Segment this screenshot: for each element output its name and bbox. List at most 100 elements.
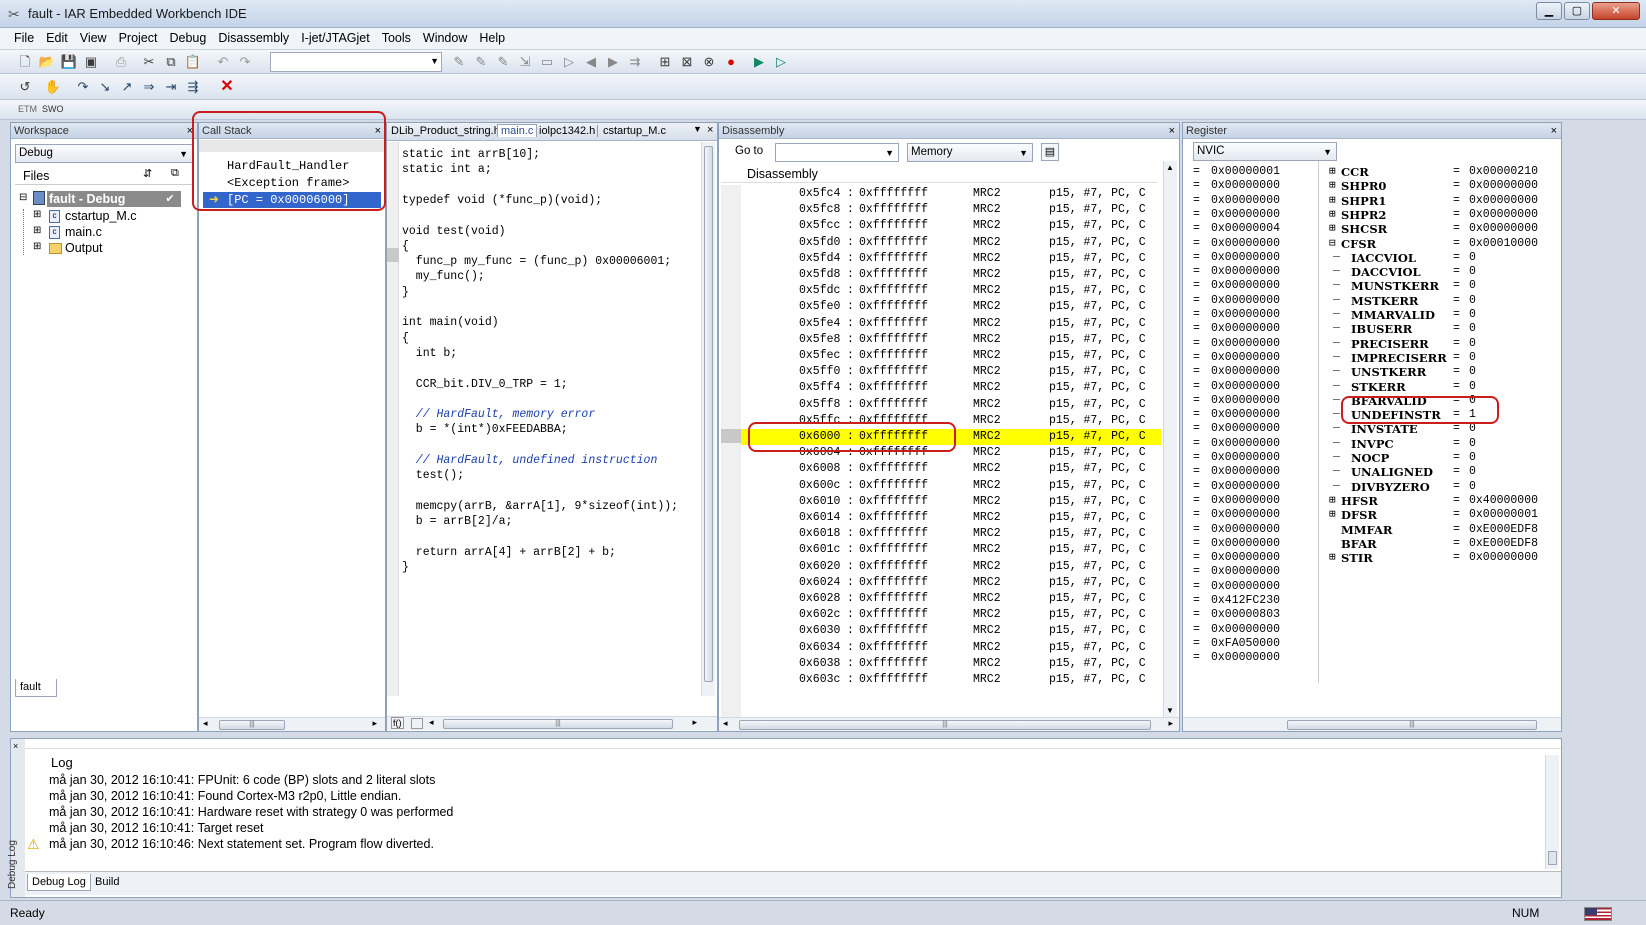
code-line[interactable]: CCR_bit.DIV_0_TRP = 1;: [402, 378, 568, 391]
close-window-button[interactable]: ✕: [1592, 2, 1640, 20]
disassembly-row[interactable]: 0x6020:0xffffffff MRC2 p15, #7, PC, C: [741, 559, 1161, 575]
next-statement-icon[interactable]: ⇒: [140, 78, 158, 96]
menu-project[interactable]: Project: [113, 28, 164, 48]
register-value[interactable]: 0x00000000: [1211, 322, 1280, 335]
redo-icon[interactable]: ↷: [236, 53, 254, 71]
debug-no-download-icon[interactable]: ▷: [772, 53, 790, 71]
expand-icon[interactable]: ⊞: [1329, 550, 1336, 564]
disassembly-gutter[interactable]: [721, 185, 741, 717]
go-icon[interactable]: ⇶: [184, 78, 202, 96]
expand-icon[interactable]: ⊞: [1329, 178, 1336, 192]
reset-icon[interactable]: ↺: [16, 78, 34, 96]
register-name[interactable]: UNSTKERR: [1351, 365, 1426, 379]
disassembly-row[interactable]: 0x5fec:0xffffffff MRC2 p15, #7, PC, C: [741, 348, 1161, 364]
register-value[interactable]: 0x00000000: [1211, 208, 1280, 221]
register-field-value[interactable]: 0: [1469, 294, 1476, 307]
disassembly-row[interactable]: 0x6034:0xffffffff MRC2 p15, #7, PC, C: [741, 640, 1161, 656]
etm-button[interactable]: ETM: [18, 104, 37, 114]
register-field-value[interactable]: 0: [1469, 437, 1476, 450]
disassembly-row[interactable]: 0x6008:0xffffffff MRC2 p15, #7, PC, C: [741, 461, 1161, 477]
cut-icon[interactable]: ✂: [140, 53, 158, 71]
config-select[interactable]: Debug ▼: [15, 144, 193, 163]
register-name[interactable]: STIR: [1341, 551, 1373, 565]
register-field-value[interactable]: 0x00000000: [1469, 194, 1538, 207]
replace-icon[interactable]: ✎: [494, 53, 512, 71]
tree-item[interactable]: ⊞ Output: [17, 241, 193, 257]
register-name[interactable]: MSTKERR: [1351, 294, 1418, 308]
expand-icon[interactable]: ⊞: [33, 241, 41, 252]
disassembly-row[interactable]: 0x5fd0:0xffffffff MRC2 p15, #7, PC, C: [741, 235, 1161, 251]
code-line[interactable]: int main(void): [402, 316, 499, 329]
step-into-icon[interactable]: ↘: [96, 78, 114, 96]
register-name[interactable]: IACCVIOL: [1351, 251, 1416, 265]
register-name[interactable]: CCR: [1341, 165, 1369, 179]
log-line[interactable]: må jan 30, 2012 16:10:46: Next statement…: [49, 837, 434, 851]
register-field-value[interactable]: 0: [1469, 322, 1476, 335]
break-icon[interactable]: ✋: [44, 78, 62, 96]
scroll-thumb[interactable]: |||: [219, 720, 285, 730]
register-name[interactable]: CFSR: [1341, 237, 1376, 251]
scroll-thumb[interactable]: |||: [739, 720, 1151, 730]
callstack-hscroll[interactable]: ◂ ||| ▸: [199, 717, 385, 731]
register-name[interactable]: UNALIGNED: [1351, 465, 1433, 479]
register-value[interactable]: 0x00000000: [1211, 380, 1280, 393]
register-value[interactable]: 0x00000004: [1211, 222, 1280, 235]
menu-file[interactable]: File: [8, 28, 40, 48]
menu-view[interactable]: View: [74, 28, 113, 48]
register-name[interactable]: MMFAR: [1341, 523, 1392, 537]
goto-input[interactable]: ▼: [775, 143, 899, 162]
tab-build[interactable]: Build: [91, 876, 123, 888]
undo-icon[interactable]: ↶: [214, 53, 232, 71]
register-field-value[interactable]: 0: [1469, 365, 1476, 378]
navigate-icon[interactable]: ⇉: [626, 53, 644, 71]
register-value[interactable]: 0x00000000: [1211, 580, 1280, 593]
register-value[interactable]: 0x00000001: [1211, 165, 1280, 178]
scroll-left-icon[interactable]: ◂: [723, 718, 728, 729]
editor-hscroll[interactable]: f() ◂ ||| ▸: [387, 716, 717, 730]
register-name[interactable]: BFAR: [1341, 537, 1377, 551]
register-value[interactable]: 0x00000000: [1211, 565, 1280, 578]
code-line[interactable]: {: [402, 332, 409, 345]
run-to-cursor-icon[interactable]: ⇥: [162, 78, 180, 96]
disassembly-row[interactable]: 0x6030:0xffffffff MRC2 p15, #7, PC, C: [741, 623, 1161, 639]
register-name[interactable]: SHCSR: [1341, 222, 1387, 236]
register-name[interactable]: DFSR: [1341, 508, 1377, 522]
project-root-label[interactable]: fault - Debug: [47, 191, 159, 207]
register-name[interactable]: SHPR2: [1341, 208, 1386, 222]
register-value[interactable]: 0x412FC230: [1211, 594, 1280, 607]
collapse-icon[interactable]: ⊟: [19, 192, 27, 203]
code-line[interactable]: void test(void): [402, 225, 506, 238]
register-value[interactable]: 0x00000000: [1211, 537, 1280, 550]
bookmark-icon[interactable]: ▭: [538, 53, 556, 71]
paste-icon[interactable]: 📋: [184, 53, 202, 71]
compile-icon[interactable]: ⊞: [656, 53, 674, 71]
register-name[interactable]: MUNSTKERR: [1351, 279, 1439, 293]
disassembly-row[interactable]: 0x5ff0:0xffffffff MRC2 p15, #7, PC, C: [741, 364, 1161, 380]
register-name[interactable]: DACCVIOL: [1351, 265, 1421, 279]
navigate-back-icon[interactable]: ◀: [582, 53, 600, 71]
register-field-value[interactable]: 0: [1469, 337, 1476, 350]
code-line[interactable]: // HardFault, undefined instruction: [402, 454, 658, 467]
find-prev-icon[interactable]: ✎: [472, 53, 490, 71]
disassembly-row[interactable]: 0x6014:0xffffffff MRC2 p15, #7, PC, C: [741, 510, 1161, 526]
scroll-thumb[interactable]: |||: [443, 719, 673, 729]
register-field-value[interactable]: 0xE000EDF8: [1469, 523, 1538, 536]
tree-item[interactable]: ⊞ c main.c: [17, 225, 193, 241]
code-line[interactable]: my_func();: [402, 270, 485, 283]
menu-ijet[interactable]: I-jet/JTAGjet: [295, 28, 376, 48]
disassembly-vscroll[interactable]: ▲ ▼: [1163, 161, 1177, 717]
register-value[interactable]: 0x00000000: [1211, 451, 1280, 464]
register-value[interactable]: 0x00000000: [1211, 394, 1280, 407]
scroll-thumb[interactable]: [704, 146, 713, 682]
log-line[interactable]: må jan 30, 2012 16:10:41: Hardware reset…: [49, 805, 453, 819]
register-name[interactable]: SHPR0: [1341, 179, 1386, 193]
expand-icon[interactable]: ⊞: [1329, 493, 1336, 507]
minimize-button[interactable]: ▁: [1536, 2, 1562, 20]
register-field-value[interactable]: 0x00000210: [1469, 165, 1538, 178]
code-line[interactable]: }: [402, 561, 409, 574]
step-over-icon[interactable]: ↷: [74, 78, 92, 96]
register-field-value[interactable]: 0: [1469, 451, 1476, 464]
register-value[interactable]: 0x00000000: [1211, 308, 1280, 321]
memory-options-icon[interactable]: ▤: [1041, 143, 1059, 161]
code-line[interactable]: b = arrB[2]/a;: [402, 515, 513, 528]
